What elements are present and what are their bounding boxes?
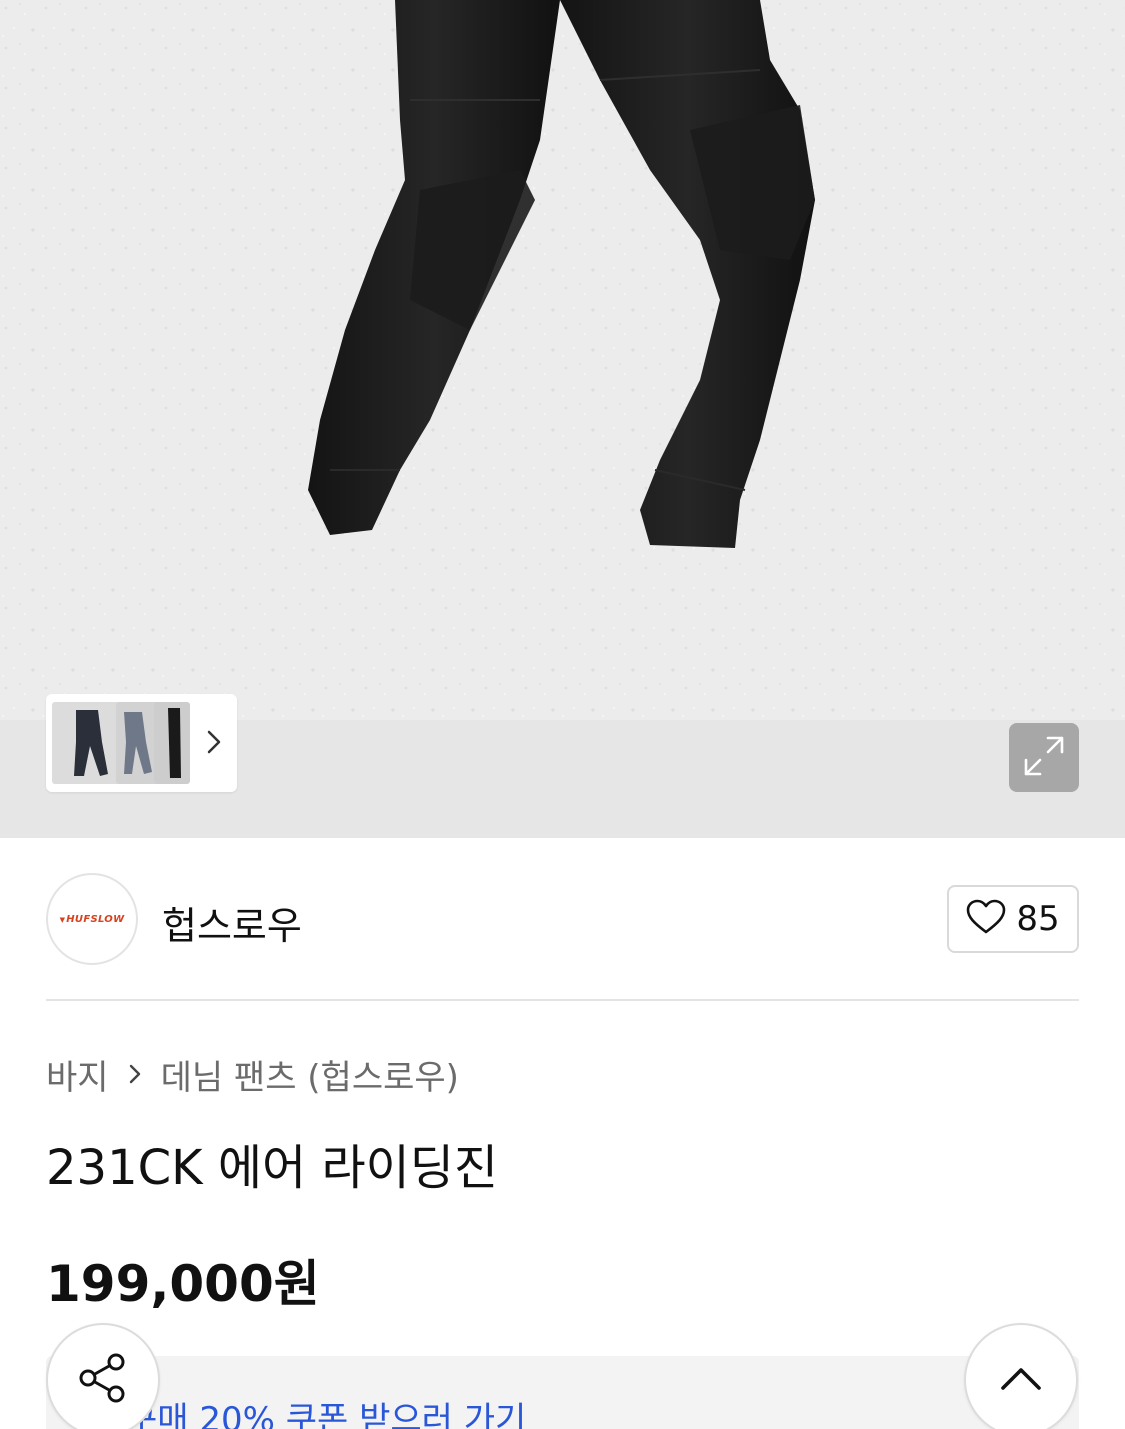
- brand-logo[interactable]: HUFSLOW: [46, 873, 138, 965]
- coupon-banner[interactable]: 구매 20% 쿠폰 받으러 가기: [46, 1356, 1079, 1429]
- share-icon: [76, 1351, 130, 1409]
- chevron-right-icon: [123, 1062, 147, 1086]
- thumbnail-1[interactable]: [52, 702, 122, 784]
- coupon-link-text[interactable]: 구매 20% 쿠폰 받으러 가기: [126, 1392, 526, 1429]
- breadcrumb-item-subcategory[interactable]: 데님 팬츠 (헙스로우): [161, 1050, 459, 1099]
- chevron-up-icon: [999, 1364, 1043, 1396]
- expand-icon: [1022, 734, 1066, 782]
- product-photo: [0, 0, 1125, 720]
- like-count: 85: [1016, 899, 1060, 939]
- like-button[interactable]: 85: [947, 885, 1079, 953]
- heart-outline-icon: [966, 899, 1006, 939]
- scroll-top-button[interactable]: [964, 1323, 1078, 1429]
- share-button[interactable]: [46, 1323, 160, 1429]
- thumbnail-3[interactable]: [154, 702, 190, 784]
- product-main-image[interactable]: [0, 0, 1125, 720]
- expand-button[interactable]: [1009, 723, 1079, 792]
- breadcrumb-item-category[interactable]: 바지: [46, 1050, 109, 1099]
- product-title: 231CK 에어 라이딩진: [46, 1140, 499, 1196]
- thumbnail-strip[interactable]: [46, 694, 237, 792]
- brand-name[interactable]: 헙스로우: [162, 895, 302, 950]
- brand-row: HUFSLOW 헙스로우 85: [46, 873, 1079, 965]
- section-divider: [46, 999, 1079, 1001]
- product-price: 199,000원: [46, 1255, 320, 1313]
- chevron-right-icon[interactable]: [196, 724, 232, 760]
- breadcrumb: 바지 데님 팬츠 (헙스로우): [46, 1050, 459, 1099]
- brand-logo-text: HUFSLOW: [60, 914, 125, 925]
